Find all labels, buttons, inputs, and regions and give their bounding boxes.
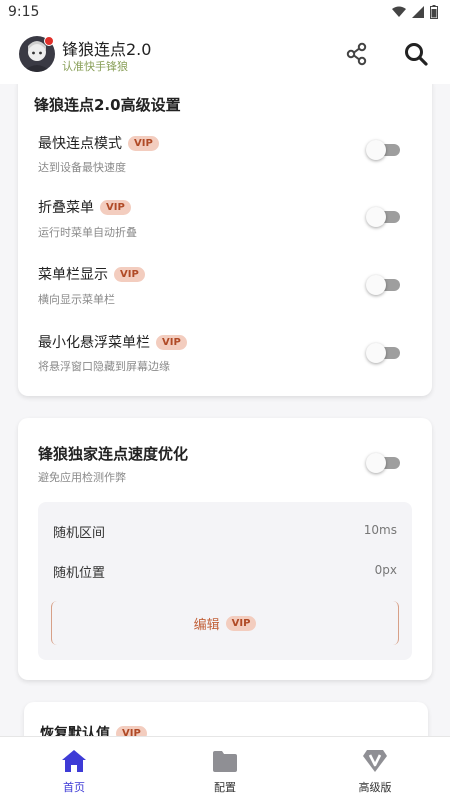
wifi-icon [392,6,406,17]
vip-badge-icon [363,750,387,772]
random-position-label: 随机位置 [53,566,106,581]
share-icon [346,42,367,66]
advanced-settings-title: 锋狼连点2.0高级设置 [34,96,181,114]
random-interval-value: 10ms [363,523,397,537]
random-interval-label: 随机区间 [53,526,106,541]
app-subtitle: 认准快手锋狼 [62,60,128,73]
nav-home-label: 首页 [63,781,85,794]
speed-optimization-desc: 避免应用检测作弊 [38,471,126,484]
search-icon [405,43,428,66]
nav-premium[interactable]: 高级版 [320,737,430,800]
nav-config-label: 配置 [214,781,236,794]
toggle-menu-bar[interactable] [366,275,402,295]
setting-title-minimize-float: 最小化悬浮菜单栏 VIP [38,332,187,352]
reset-defaults-label: 恢复默认值 [40,726,110,736]
setting-label: 折叠菜单 [38,200,94,216]
setting-label: 菜单栏显示 [38,267,108,283]
vip-badge: VIP [225,615,257,631]
app-title: 锋狼连点2.0 [62,40,152,59]
toggle-knob [366,140,386,160]
setting-label: 最小化悬浮菜单栏 [38,335,150,351]
folder-icon [213,751,237,772]
toggle-knob [366,453,386,473]
bottom-nav: 首页 配置 高级版 [0,736,450,800]
reset-defaults-title: 恢复默认值 VIP [40,723,147,736]
setting-title-menu-bar: 菜单栏显示 VIP [38,264,145,284]
reset-defaults-card[interactable]: 恢复默认值 VIP [24,702,428,736]
setting-title-fold-menu: 折叠菜单 VIP [38,197,131,217]
share-button[interactable] [343,40,371,68]
toggle-knob [366,275,386,295]
status-time: 9:15 [8,4,40,20]
status-bar: 9:15 [0,0,450,26]
nav-premium-label: 高级版 [358,781,392,794]
toggle-knob [366,343,386,363]
setting-desc: 运行时菜单自动折叠 [38,226,137,239]
vip-badge: VIP [128,135,159,151]
toggle-fold-menu[interactable] [366,207,402,227]
search-button[interactable] [402,40,430,68]
setting-desc: 将悬浮窗口隐藏到屏幕边缘 [38,360,170,373]
vip-badge: VIP [100,199,131,215]
vip-badge: VIP [116,725,147,736]
setting-label: 最快连点模式 [38,136,122,152]
random-settings-panel: 随机区间 10ms 随机位置 0px 编辑 VIP [38,502,412,660]
app-header: 锋狼连点2.0 认准快手锋狼 [0,26,450,84]
scroll-content[interactable]: 锋狼连点2.0高级设置 最快连点模式 VIP 达到设备最快速度 折叠菜单 VIP… [0,84,450,736]
speed-optimization-title: 锋狼独家连点速度优化 [38,445,189,463]
setting-desc: 横向显示菜单栏 [38,293,115,306]
home-icon [62,750,86,772]
signal-icon [412,6,424,18]
edit-label: 编辑 [193,617,220,633]
status-icons [392,5,438,19]
vip-badge: VIP [114,266,145,282]
speed-optimization-card: 锋狼独家连点速度优化 避免应用检测作弊 随机区间 10ms 随机位置 0px 编… [18,418,432,680]
edit-button[interactable]: 编辑 VIP [51,601,399,645]
toggle-knob [366,207,386,227]
nav-home[interactable]: 首页 [19,737,129,800]
nav-config[interactable]: 配置 [170,737,280,800]
toggle-speed-optimization[interactable] [366,453,402,473]
setting-desc: 达到设备最快速度 [38,161,126,174]
advanced-settings-card: 锋狼连点2.0高级设置 最快连点模式 VIP 达到设备最快速度 折叠菜单 VIP… [18,84,432,396]
setting-title-fastest-mode: 最快连点模式 VIP [38,133,159,153]
toggle-fastest-mode[interactable] [366,140,402,160]
random-position-value: 0px [374,563,397,577]
notification-dot [44,36,54,46]
toggle-minimize-float[interactable] [366,343,402,363]
battery-icon [430,5,438,19]
vip-badge: VIP [156,334,187,350]
